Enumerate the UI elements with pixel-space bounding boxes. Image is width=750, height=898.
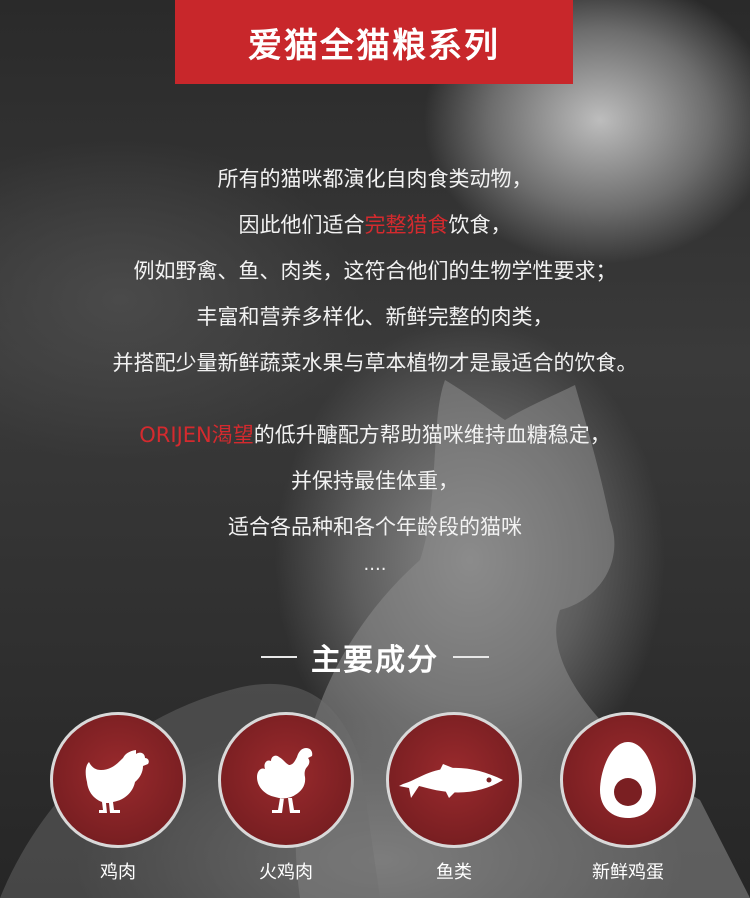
ingredient-badge — [560, 712, 696, 848]
ingredient-item-fish: 鱼类 — [384, 712, 524, 898]
egg-icon — [600, 742, 656, 818]
intro-line-2-before: 因此他们适合 — [238, 213, 365, 237]
ingredient-label: 鱼类 — [436, 862, 472, 883]
heading-dash-left — [261, 656, 297, 658]
turkey-icon — [257, 748, 313, 813]
ingredient-badge — [386, 712, 522, 848]
brand-name: ORIJEN渴望 — [139, 423, 254, 447]
brand-line-2: 并保持最佳体重， — [291, 469, 459, 493]
intro-line-4: 丰富和营养多样化、新鲜完整的肉类， — [196, 305, 554, 329]
ingredient-badge — [218, 712, 354, 848]
ingredient-item-egg: 新鲜鸡蛋 — [558, 712, 698, 898]
chicken-icon — [85, 750, 149, 813]
section-heading: 主要成分 — [0, 632, 750, 682]
ingredient-item-turkey: 火鸡肉 — [216, 712, 356, 898]
brand-line-3: 适合各品种和各个年龄段的猫咪 — [228, 515, 522, 539]
header-banner: 爱猫全猫粮系列 — [175, 0, 573, 84]
ingredient-item-chicken: 鸡肉 — [48, 712, 188, 898]
ingredient-label: 新鲜鸡蛋 — [592, 862, 664, 883]
brand-paragraph: ORIJEN渴望的低升醣配方帮助猫咪维持血糖稳定， 并保持最佳体重， 适合各品种… — [0, 412, 750, 580]
ingredient-list: 鸡肉 火鸡肉 鱼类 新鲜鸡蛋 — [0, 712, 750, 898]
heading-dash-right — [453, 656, 489, 658]
brand-line-1: ORIJEN渴望的低升醣配方帮助猫咪维持血糖稳定， — [0, 412, 750, 458]
banner-title: 爱猫全猫粮系列 — [248, 25, 500, 66]
ingredient-label: 鸡肉 — [100, 862, 136, 883]
intro-highlight: 完整猎食 — [364, 213, 449, 237]
brand-line-1-rest: 的低升醣配方帮助猫咪维持血糖稳定， — [253, 423, 611, 447]
intro-paragraph: 所有的猫咪都演化自肉食类动物， 因此他们适合完整猎食饮食， 例如野禽、鱼、肉类，… — [0, 156, 750, 386]
ingredient-label: 火鸡肉 — [259, 862, 313, 883]
intro-line-5: 并搭配少量新鲜蔬菜水果与草本植物才是最适合的饮食。 — [112, 351, 638, 375]
ellipsis: .... — [363, 554, 387, 575]
intro-line-3: 例如野禽、鱼、肉类，这符合他们的生物学性要求； — [133, 259, 617, 283]
ingredient-badge — [50, 712, 186, 848]
fish-icon — [399, 764, 503, 798]
intro-line-2-after: 饮食， — [448, 213, 512, 237]
intro-line-2: 因此他们适合完整猎食饮食， — [0, 202, 750, 248]
intro-line-1: 所有的猫咪都演化自肉食类动物， — [217, 167, 533, 191]
section-title: 主要成分 — [311, 643, 439, 678]
